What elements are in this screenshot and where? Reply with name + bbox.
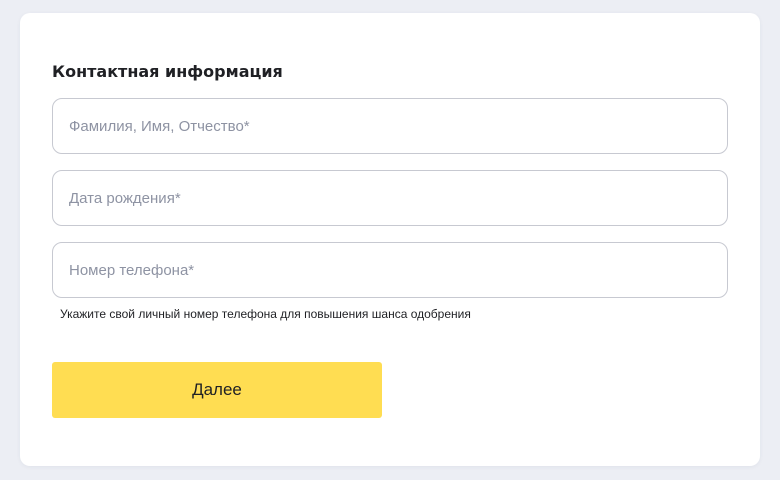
full-name-input[interactable] bbox=[53, 99, 727, 153]
phone-hint: Укажите свой личный номер телефона для п… bbox=[60, 307, 471, 321]
phone-input[interactable] bbox=[53, 243, 727, 297]
contact-form-card: Контактная информация Укажите свой личны… bbox=[20, 13, 760, 466]
birth-date-input[interactable] bbox=[53, 171, 727, 225]
full-name-field[interactable] bbox=[52, 98, 728, 154]
phone-field[interactable] bbox=[52, 242, 728, 298]
birth-date-field[interactable] bbox=[52, 170, 728, 226]
next-button[interactable]: Далее bbox=[52, 362, 382, 418]
section-title: Контактная информация bbox=[52, 62, 283, 81]
